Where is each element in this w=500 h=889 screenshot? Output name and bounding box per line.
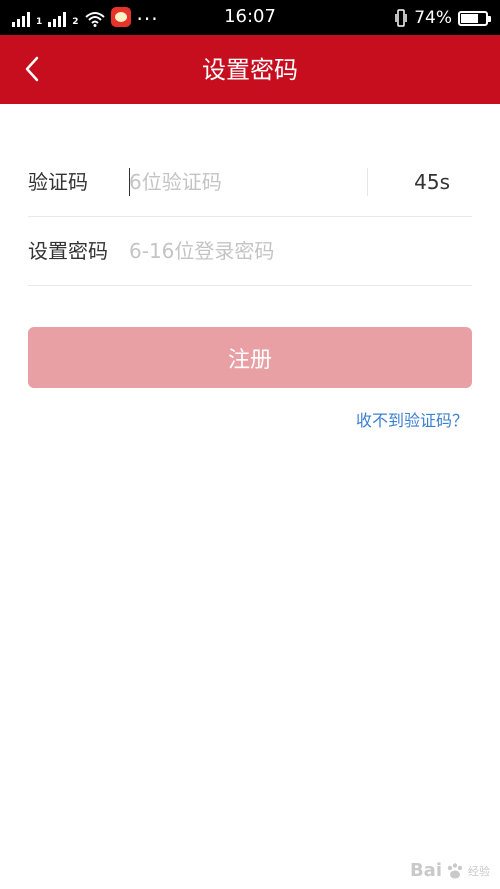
watermark: Bai 经验 [410, 860, 490, 881]
battery-percent: 74% [414, 8, 452, 28]
password-row: 设置密码 [28, 216, 472, 286]
paw-icon [447, 862, 463, 878]
watermark-brand: Bai [409, 860, 442, 881]
page-title: 设置密码 [202, 56, 298, 84]
password-input[interactable] [129, 235, 469, 267]
register-button[interactable]: 注册 [28, 327, 472, 388]
watermark-suffix: 经验 [468, 864, 490, 878]
verification-code-row: 验证码 45s [28, 147, 472, 217]
resend-countdown[interactable]: 45s [414, 168, 450, 196]
status-right: 74% [394, 7, 491, 29]
battery-fill [461, 13, 479, 23]
verification-code-input[interactable] [129, 166, 365, 198]
no-code-help-link[interactable]: 收不到验证码？ [356, 410, 468, 432]
password-label: 设置密码 [28, 239, 108, 263]
verification-code-label: 验证码 [28, 170, 88, 194]
battery-icon [458, 10, 491, 26]
header-bar: 设置密码 [0, 35, 500, 104]
status-bar: 1 2 ··· 16:07 74% [0, 0, 500, 35]
vibrate-icon [395, 9, 407, 27]
field-divider [367, 168, 368, 196]
